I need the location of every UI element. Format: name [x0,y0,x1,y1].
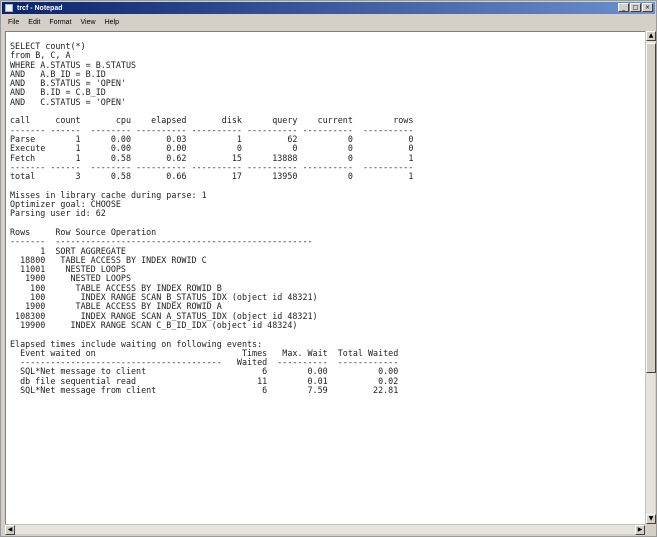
notepad-window: trcf - Notepad _ □ × File Edit Format Vi… [0,0,657,537]
menu-view[interactable]: View [81,19,96,26]
scroll-down-arrow-icon[interactable]: ▼ [646,514,656,524]
window-title: trcf - Notepad [17,4,63,12]
menu-bar: File Edit Format View Help [2,15,655,29]
trace-output-text: SELECT count(*) from B, C, A WHERE A.STA… [10,41,414,395]
horizontal-scrollbar[interactable]: ◀ ▶ [5,524,645,535]
text-area[interactable]: SELECT count(*) from B, C, A WHERE A.STA… [5,31,645,524]
vertical-scrollbar[interactable]: ▲ ▼ [645,31,656,524]
scroll-left-arrow-icon[interactable]: ◀ [5,525,15,535]
window-controls: _ □ × [618,3,653,12]
menu-edit[interactable]: Edit [28,19,40,26]
minimize-button[interactable]: _ [618,3,629,12]
scroll-up-arrow-icon[interactable]: ▲ [646,31,656,41]
maximize-button[interactable]: □ [630,3,641,12]
title-bar[interactable]: trcf - Notepad _ □ × [2,2,655,14]
menu-format[interactable]: Format [49,19,71,26]
menu-help[interactable]: Help [105,19,119,26]
scroll-right-arrow-icon[interactable]: ▶ [635,525,645,535]
notepad-icon [5,4,13,12]
menu-file[interactable]: File [8,19,19,26]
vertical-scroll-thumb[interactable] [646,43,656,373]
resize-grip-icon[interactable] [645,524,655,534]
close-button[interactable]: × [642,3,653,12]
